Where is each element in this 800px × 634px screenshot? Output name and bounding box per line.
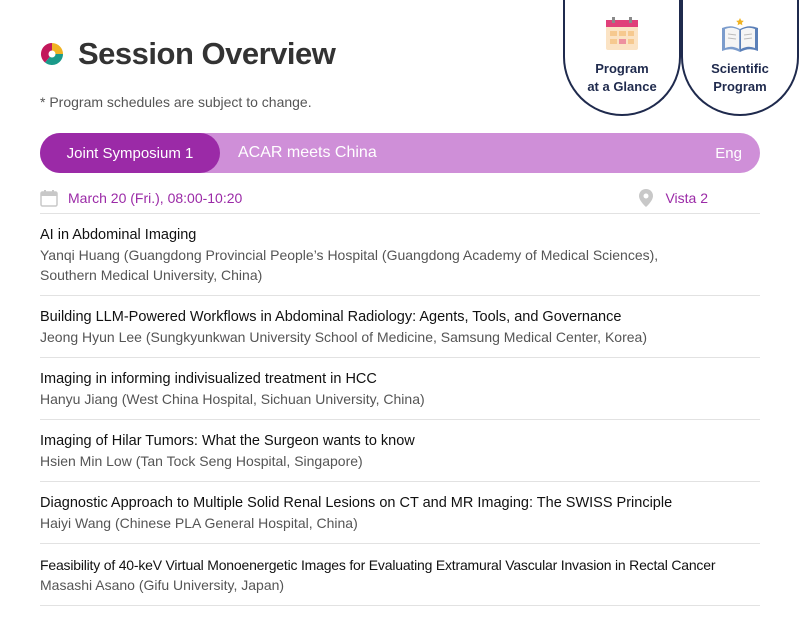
session-datetime: March 20 (Fri.), 08:00-10:20 [68,190,243,206]
scientific-program-button[interactable]: Scientific Program [681,0,799,116]
talk-title: Feasibility of 40-keV Virtual Monoenerge… [40,557,716,573]
calendar-icon [40,190,58,207]
program-at-a-glance-button[interactable]: Program at a Glance [563,0,681,116]
schedule-notice: * Program schedules are subject to chang… [40,94,312,110]
list-item: AI in Abdominal Imaging Yanqi Huang (Gua… [40,214,760,296]
talk-speaker: Jeong Hyun Lee (Sungkyunkwan University … [40,329,647,345]
session-name: ACAR meets China [238,144,377,161]
session-venue: Vista 2 [665,190,708,206]
list-item: Feasibility of 40-keV Virtual Monoenerge… [40,544,760,606]
title-row: Session Overview [40,36,336,72]
talk-speaker: Hsien Min Low (Tan Tock Seng Hospital, S… [40,453,363,469]
program-at-a-glance-label: Program at a Glance [587,61,657,94]
calendar-icon [606,17,638,50]
list-item: Imaging of Hilar Tumors: What the Surgeo… [40,420,760,482]
scientific-program-label: Scientific Program [711,61,769,94]
talk-title: Building LLM-Powered Workflows in Abdomi… [40,309,622,325]
talk-speaker: Yanqi Huang (Guangdong Provincial People… [40,247,659,283]
location-pin-icon [639,189,654,207]
session-bar: Joint Symposium 1 ACAR meets China Eng [40,133,760,173]
session-meta: March 20 (Fri.), 08:00-10:20 Vista 2 [40,183,760,214]
page-title: Session Overview [78,36,336,71]
list-item: Building LLM-Powered Workflows in Abdomi… [40,296,760,358]
session-type-badge: Joint Symposium 1 [40,133,220,173]
logo-icon [40,42,64,66]
talk-title: Imaging of Hilar Tumors: What the Surgeo… [40,433,415,449]
talk-title: AI in Abdominal Imaging [40,227,197,243]
talk-speaker: Hanyu Jiang (West China Hospital, Sichua… [40,391,425,407]
talk-title: Diagnostic Approach to Multiple Solid Re… [40,495,673,511]
open-book-icon [722,18,758,52]
list-item: Imaging in informing indivisualized trea… [40,358,760,420]
talk-speaker: Masashi Asano (Gifu University, Japan) [40,577,285,593]
list-item: Diagnostic Approach to Multiple Solid Re… [40,482,760,544]
talk-list: AI in Abdominal Imaging Yanqi Huang (Gua… [40,214,760,606]
session-language: Eng [715,144,742,162]
talk-speaker: Haiyi Wang (Chinese PLA General Hospital… [40,515,358,531]
talk-title: Imaging in informing indivisualized trea… [40,371,377,387]
